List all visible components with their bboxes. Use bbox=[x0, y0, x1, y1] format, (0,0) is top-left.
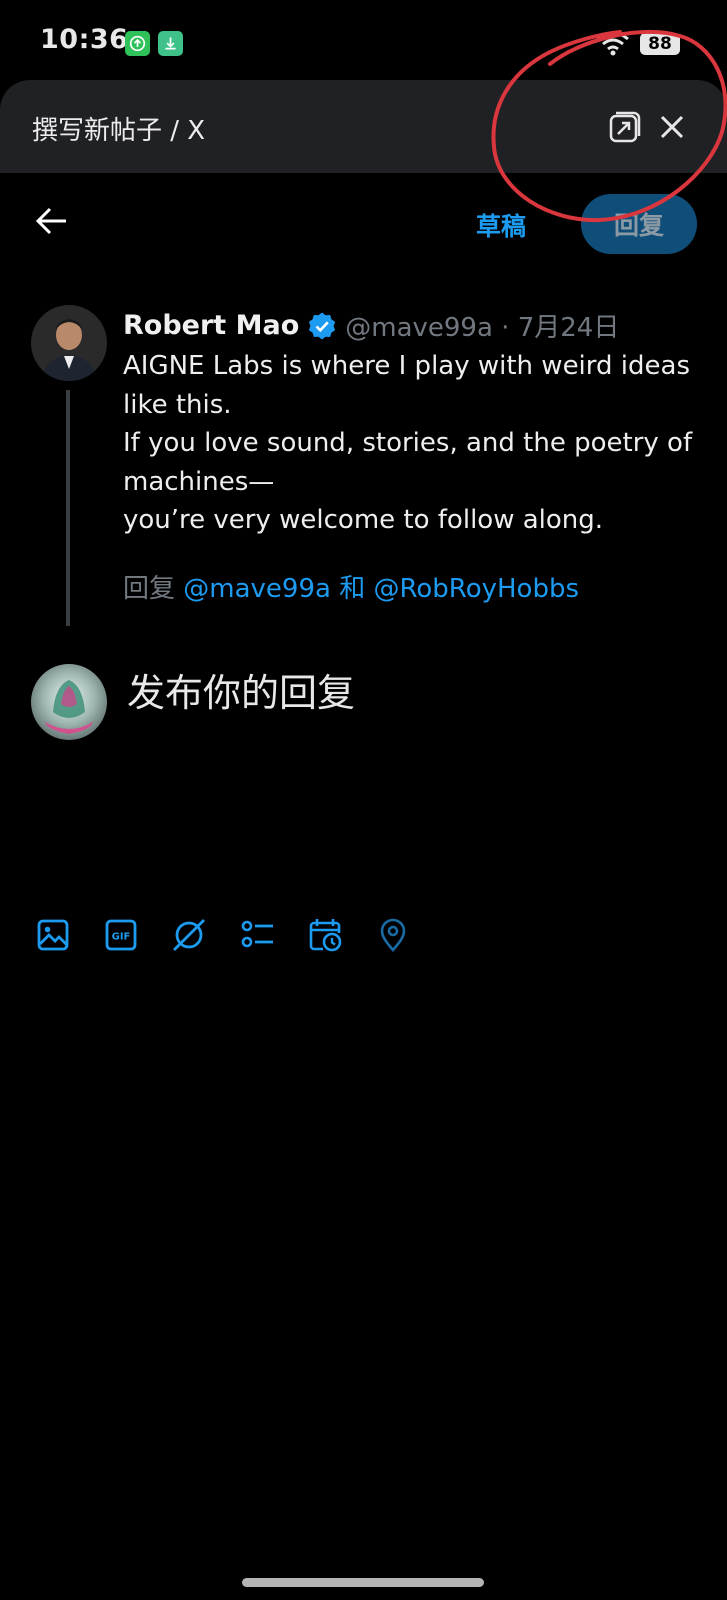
thread-line bbox=[66, 390, 70, 626]
poll-icon[interactable] bbox=[239, 917, 275, 953]
upload-app-icon bbox=[125, 31, 150, 56]
mention-link[interactable]: @RobRoyHobbs bbox=[374, 574, 580, 604]
tweet-line: AIGNE Labs is where I play with weird id… bbox=[123, 351, 690, 381]
svg-text:GIF: GIF bbox=[112, 932, 131, 943]
battery-indicator: 88 bbox=[640, 33, 680, 55]
mention-conjunction: 和 bbox=[339, 574, 366, 604]
replying-to: 回复 @mave99a 和 @RobRoyHobbs bbox=[123, 568, 579, 605]
location-icon bbox=[380, 918, 406, 952]
tweet-line: machines— bbox=[123, 466, 275, 497]
page-title: 撰写新帖子 / X bbox=[32, 116, 206, 146]
tweet-text: AIGNE Labs is where I play with weird id… bbox=[123, 347, 718, 540]
reply-input[interactable] bbox=[127, 668, 697, 718]
verified-badge-icon bbox=[309, 312, 336, 339]
mention-link[interactable]: @mave99a bbox=[183, 574, 331, 604]
status-bar: 10:36 88 bbox=[0, 0, 727, 80]
my-avatar[interactable] bbox=[31, 664, 107, 740]
drafts-button[interactable]: 草稿 bbox=[476, 207, 526, 243]
tweet-header: Robert Mao @mave99a · 7月24日 bbox=[123, 307, 619, 344]
tweet-line: If you love sound, stories, and the poet… bbox=[123, 428, 693, 458]
home-indicator bbox=[242, 1578, 484, 1587]
author-name[interactable]: Robert Mao bbox=[123, 310, 299, 341]
status-time: 10:36 bbox=[40, 24, 129, 55]
wifi-icon bbox=[597, 31, 629, 56]
open-external-icon[interactable] bbox=[608, 110, 642, 144]
image-icon[interactable] bbox=[35, 917, 71, 953]
author-avatar[interactable] bbox=[31, 305, 107, 381]
schedule-icon[interactable] bbox=[307, 917, 343, 953]
tweet-line: like this. bbox=[123, 389, 232, 420]
author-handle-date: @mave99a · 7月24日 bbox=[345, 313, 620, 343]
replying-to-prefix: 回复 bbox=[123, 574, 176, 604]
download-app-icon bbox=[158, 31, 183, 56]
tweet-line: you’re very welcome to follow along. bbox=[123, 505, 604, 535]
grok-icon[interactable] bbox=[171, 917, 207, 953]
reply-submit-button[interactable]: 回复 bbox=[581, 194, 697, 254]
close-icon[interactable] bbox=[655, 110, 689, 144]
gif-icon[interactable]: GIF bbox=[103, 917, 139, 953]
back-arrow-icon[interactable] bbox=[34, 203, 70, 239]
